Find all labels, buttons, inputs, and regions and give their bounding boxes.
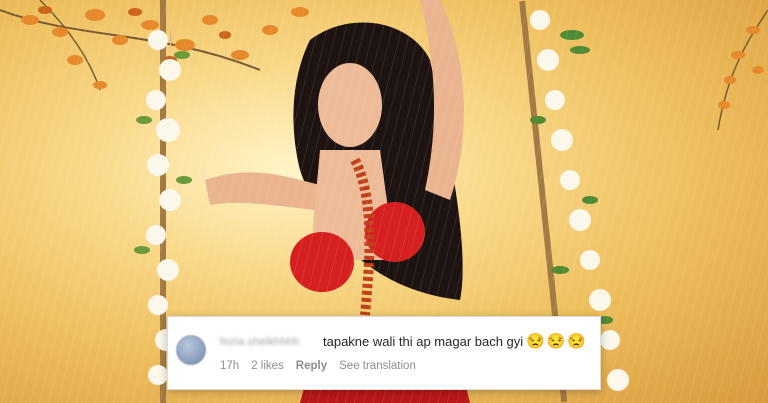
comment-username[interactable]: fozia.sheikhhhh [220, 336, 299, 348]
see-translation-button[interactable]: See translation [339, 360, 416, 372]
comment-timestamp: 17h [220, 360, 240, 372]
autumn-leaves-top-right [717, 9, 768, 131]
comment-meta: 17h 2 likes Reply See translation [220, 360, 416, 372]
instagram-comment-card: fozia.sheikhhhh tapakne wali thi ap maga… [167, 316, 601, 390]
avatar[interactable] [176, 335, 206, 365]
comment-text: tapakne wali thi ap magar bach gyi [323, 334, 524, 349]
photo-background: fozia.sheikhhhh tapakne wali thi ap maga… [0, 0, 768, 403]
reply-button[interactable]: Reply [296, 360, 327, 372]
comment-likes[interactable]: 2 likes [251, 360, 284, 372]
unamused-emoji-icon: 😒😒😒 [526, 333, 589, 350]
